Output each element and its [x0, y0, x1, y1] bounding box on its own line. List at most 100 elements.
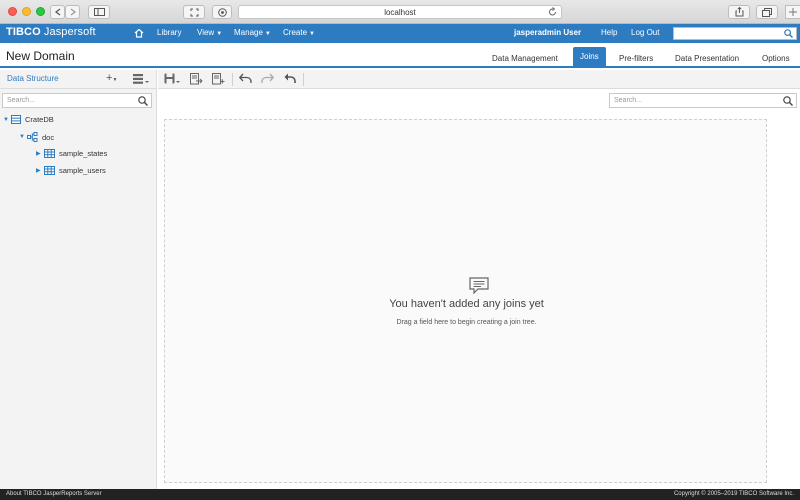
tab-pre-filters[interactable]: Pre-filters [619, 49, 653, 68]
about-link[interactable]: About TIBCO JasperReports Server [6, 491, 102, 497]
expand-arrow-icon[interactable]: ▼ [19, 134, 27, 140]
tab-options[interactable]: Options [762, 49, 790, 68]
logout-link[interactable]: Log Out [631, 28, 659, 37]
import-icon [212, 73, 225, 85]
jaspersoft-logo[interactable]: TIBCO Jaspersoft [6, 26, 96, 38]
tree-node-cratedb[interactable]: ▼ CrateDB [3, 115, 54, 124]
joins-search-input[interactable]: Search... [609, 93, 797, 108]
nav-view-label: View [197, 28, 215, 37]
info-circle-icon [217, 7, 227, 17]
tab-data-management[interactable]: Data Management [492, 49, 558, 68]
fullscreen-button[interactable] [183, 5, 205, 19]
joins-canvas: Search... You haven't added any joins ye… [158, 90, 800, 489]
toolbar-divider [232, 73, 233, 86]
caret-down-icon: ▼ [264, 31, 271, 37]
address-bar[interactable]: localhost [238, 5, 562, 19]
back-button[interactable] [50, 5, 65, 19]
database-icon [11, 115, 21, 124]
page-title: New Domain [6, 49, 75, 63]
app-header: TIBCO Jaspersoft Library View ▼ Manage ▼ C… [0, 24, 800, 43]
data-structure-header: Data Structure +▼ [0, 70, 157, 89]
data-structure-search-input[interactable]: Search... [2, 93, 152, 108]
table-icon [44, 166, 55, 175]
nav-view[interactable]: View ▼ [197, 28, 222, 37]
new-tab-button[interactable] [785, 5, 800, 19]
chevron-right-icon [70, 8, 76, 16]
address-text: localhost [384, 8, 416, 17]
expand-icon [190, 8, 198, 16]
join-drop-zone[interactable]: You haven't added any joins yet Drag a f… [164, 119, 767, 483]
toolbar-divider [303, 73, 304, 86]
nav-library[interactable]: Library [157, 28, 181, 37]
help-link[interactable]: Help [601, 28, 617, 37]
tab-joins[interactable]: Joins [573, 47, 606, 68]
forward-button[interactable] [65, 5, 80, 19]
undo-all-icon [284, 73, 296, 83]
redo-button[interactable] [261, 73, 275, 86]
expand-arrow-icon[interactable]: ▶ [36, 150, 44, 157]
share-icon [735, 7, 743, 17]
empty-state-title: You haven't added any joins yet [389, 298, 544, 310]
empty-state-subtitle: Drag a field here to begin creating a jo… [396, 319, 537, 326]
export-button[interactable] [190, 73, 203, 87]
chevron-left-icon [54, 8, 60, 16]
nav-create-label: Create [283, 28, 308, 37]
tree-node-sample-states[interactable]: ▶ sample_states [36, 149, 107, 158]
caret-down-icon: ▼ [112, 77, 118, 83]
home-icon[interactable] [134, 28, 144, 38]
caret-down-icon: ▼ [216, 31, 223, 37]
expand-arrow-icon[interactable]: ▼ [3, 117, 11, 123]
logo-brand: TIBCO [6, 26, 41, 38]
nav-manage-label: Manage [234, 28, 263, 37]
zoom-window-button[interactable] [36, 7, 45, 16]
search-icon[interactable] [784, 29, 793, 38]
data-structure-panel: Data Structure +▼ Search... ▼ CrateDB ▼ … [0, 70, 157, 489]
redo-icon [261, 73, 275, 83]
close-window-button[interactable] [8, 7, 17, 16]
tree-node-label: CrateDB [25, 115, 54, 124]
add-data-source-button[interactable]: +▼ [106, 73, 117, 86]
undo-icon [238, 73, 252, 83]
copyright-text: Copyright © 2005–2019 TIBCO Software Inc… [673, 491, 794, 497]
undo-all-button[interactable] [284, 73, 297, 86]
user-name[interactable]: jasperadmin User [514, 28, 581, 37]
minimize-window-button[interactable] [22, 7, 31, 16]
tree-node-doc[interactable]: ▼ doc [19, 132, 54, 142]
tabs-overview-button[interactable] [756, 5, 778, 19]
browser-toolbar: localhost [0, 0, 800, 24]
logo-product: Jaspersoft [40, 26, 96, 38]
search-icon[interactable] [783, 96, 793, 106]
search-icon[interactable] [138, 96, 148, 106]
import-button[interactable] [212, 73, 225, 87]
share-button[interactable] [728, 5, 750, 19]
footer: About TIBCO JasperReports Server Copyrig… [0, 489, 800, 500]
privacy-button[interactable] [212, 5, 232, 19]
expand-arrow-icon[interactable]: ▶ [36, 167, 44, 174]
table-icon [44, 149, 55, 158]
nav-manage[interactable]: Manage ▼ [234, 28, 271, 37]
reload-icon[interactable] [548, 7, 557, 17]
search-placeholder: Search... [614, 97, 643, 104]
save-icon [164, 73, 180, 84]
title-row: New Domain Data Management Joins Pre-fil… [0, 43, 800, 68]
save-button[interactable] [164, 73, 180, 87]
plus-icon [789, 8, 797, 16]
search-placeholder: Search... [7, 97, 36, 104]
list-icon [133, 74, 149, 84]
caret-down-icon: ▼ [309, 31, 315, 37]
joins-toolbar [158, 70, 800, 89]
sidebar-toggle-button[interactable] [88, 5, 110, 19]
nav-create[interactable]: Create ▼ [283, 28, 315, 37]
undo-button[interactable] [238, 73, 252, 86]
schema-icon [27, 132, 38, 142]
tree-node-sample-users[interactable]: ▶ sample_users [36, 166, 106, 175]
view-options-button[interactable] [133, 74, 150, 86]
sidebar-icon [93, 8, 105, 16]
tab-data-presentation[interactable]: Data Presentation [675, 49, 739, 68]
tree-node-label: doc [42, 132, 55, 142]
tree-node-label: sample_states [59, 149, 108, 158]
tabs-icon [762, 7, 772, 17]
export-icon [190, 73, 203, 85]
global-search-input[interactable] [673, 27, 797, 40]
message-icon [469, 277, 489, 294]
